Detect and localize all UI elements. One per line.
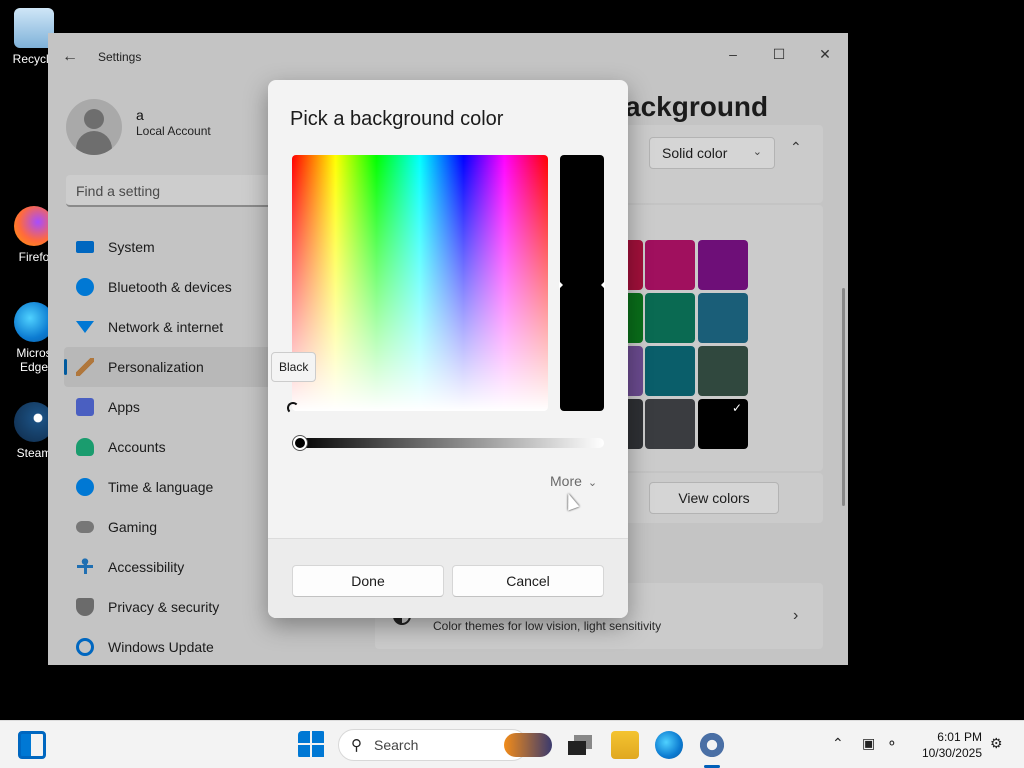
chevron-right-icon: › <box>793 607 799 624</box>
color-swatch[interactable] <box>645 240 695 290</box>
scrollbar[interactable] <box>842 288 845 506</box>
settings-icon[interactable] <box>698 731 726 759</box>
color-swatch[interactable] <box>645 346 695 396</box>
taskbar-search[interactable]: ⚲ Search <box>338 729 528 761</box>
color-spectrum[interactable] <box>292 155 548 411</box>
chevron-up-icon[interactable]: ⌃ <box>790 139 802 156</box>
back-arrow-icon[interactable]: ← <box>62 47 82 67</box>
search-highlight-icon[interactable] <box>504 733 552 757</box>
value-slider[interactable] <box>292 438 604 448</box>
accessibility-icon <box>76 558 94 576</box>
avatar <box>66 99 122 155</box>
spectrum-selector[interactable] <box>287 402 299 414</box>
shield-icon <box>76 598 94 616</box>
color-swatch[interactable] <box>645 399 695 449</box>
bluetooth-icon <box>76 278 94 296</box>
clock-time: 6:01 PM <box>937 730 982 744</box>
task-view-icon[interactable] <box>566 731 594 759</box>
contrast-themes-description: Color themes for low vision, light sensi… <box>433 619 662 633</box>
minimize-button[interactable]: – <box>718 39 748 69</box>
brush-icon <box>76 358 94 376</box>
taskbar-search-label: Search <box>374 737 419 753</box>
sidebar-item-label: Network & internet <box>108 319 224 335</box>
more-label: More <box>550 473 582 489</box>
search-icon: ⚲ <box>351 737 362 754</box>
sidebar-item-label: Accounts <box>108 439 166 455</box>
dropdown-value: Solid color <box>662 145 728 161</box>
color-picker-dialog: Pick a background color More ⌄ Done Cance… <box>268 80 628 618</box>
start-icon[interactable] <box>298 731 326 759</box>
title-bar: ← Settings – ☐ ✕ <box>48 33 848 81</box>
color-swatch[interactable] <box>698 240 748 290</box>
notification-icon[interactable]: ⚙ <box>990 735 1003 752</box>
volume-muted-icon[interactable]: ⚬ <box>886 735 898 752</box>
view-colors-button[interactable]: View colors <box>649 482 779 514</box>
sidebar-item-label: Privacy & security <box>108 599 220 615</box>
account-type: Local Account <box>136 124 211 138</box>
network-icon <box>76 321 94 333</box>
sidebar-item-label: Apps <box>108 399 140 415</box>
color-preview <box>559 155 605 411</box>
close-button[interactable]: ✕ <box>810 39 840 69</box>
cancel-button[interactable]: Cancel <box>452 565 604 597</box>
file-explorer-icon[interactable] <box>611 731 639 759</box>
color-swatch[interactable]: ✓ <box>698 399 748 449</box>
widgets-icon[interactable] <box>18 731 46 759</box>
checkmark-icon: ✓ <box>731 401 742 415</box>
value-slider-thumb[interactable] <box>293 436 307 450</box>
edge-icon[interactable] <box>655 731 683 759</box>
taskbar: ⚲ Search ⌃ ▣ ⚬ 6:01 PM 10/30/2025 ⚙ <box>0 720 1024 768</box>
sidebar-item-label: Time & language <box>108 479 214 495</box>
color-swatch[interactable] <box>698 293 748 343</box>
sidebar-item-label: Gaming <box>108 519 158 535</box>
sidebar-item-label: System <box>108 239 155 255</box>
more-button[interactable]: More ⌄ <box>550 473 597 489</box>
time-language-icon <box>76 478 94 496</box>
color-swatch[interactable] <box>698 346 748 396</box>
dialog-footer: Done Cancel <box>268 538 628 618</box>
gaming-icon <box>76 521 94 533</box>
maximize-button[interactable]: ☐ <box>764 39 794 69</box>
sidebar-item-windows-update[interactable]: Windows Update <box>64 627 314 665</box>
network-status-icon[interactable]: ▣ <box>862 735 875 752</box>
accounts-icon <box>76 438 94 456</box>
clock[interactable]: 6:01 PM 10/30/2025 <box>912 729 982 761</box>
user-name: a <box>136 107 144 123</box>
clock-date: 10/30/2025 <box>921 746 982 760</box>
sidebar-item-label: Bluetooth & devices <box>108 279 232 295</box>
background-type-dropdown[interactable]: Solid color ⌄ <box>649 137 775 169</box>
dialog-title: Pick a background color <box>290 108 504 130</box>
chevron-down-icon: ⌄ <box>587 477 598 489</box>
chevron-up-icon[interactable]: ⌃ <box>832 735 844 752</box>
sidebar-item-label: Personalization <box>108 359 204 375</box>
windows-update-icon <box>76 638 94 656</box>
color-name-tooltip: Black <box>271 352 317 382</box>
system-icon <box>76 241 94 253</box>
sidebar-item-label: Windows Update <box>108 639 214 655</box>
color-swatch[interactable] <box>645 293 695 343</box>
page-title: ackground <box>625 91 769 122</box>
done-button[interactable]: Done <box>292 565 444 597</box>
app-title: Settings <box>98 50 142 64</box>
sidebar-item-label: Accessibility <box>108 559 185 575</box>
apps-icon <box>76 398 94 416</box>
chevron-down-icon: ⌄ <box>752 146 762 158</box>
